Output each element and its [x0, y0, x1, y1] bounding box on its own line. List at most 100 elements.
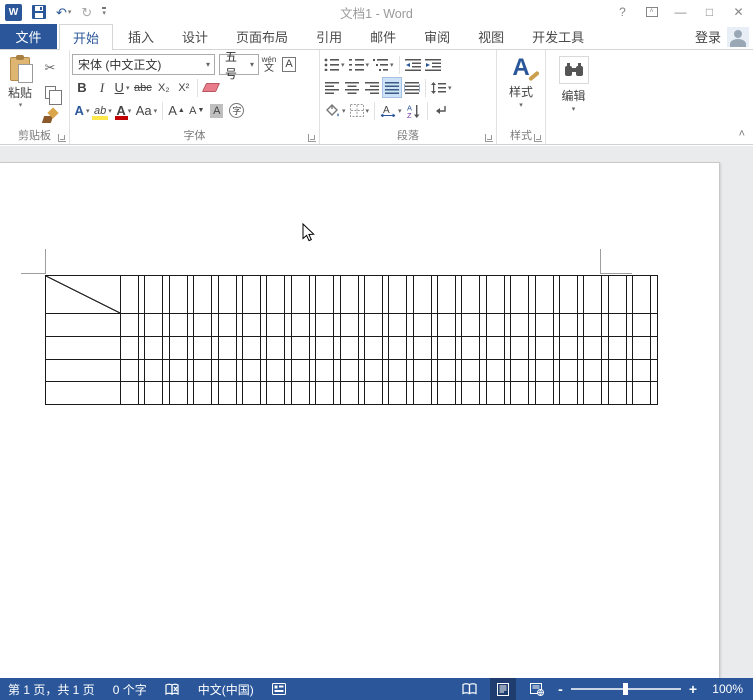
- language-indicator[interactable]: 中文(中国): [198, 681, 254, 698]
- table-cell[interactable]: [462, 314, 480, 336]
- sign-in[interactable]: 登录: [695, 24, 753, 49]
- table-cell[interactable]: [267, 314, 285, 336]
- table-cell[interactable]: [438, 276, 456, 313]
- table-cell[interactable]: [504, 337, 511, 359]
- table-cell[interactable]: [358, 314, 364, 336]
- table-cell[interactable]: [511, 360, 529, 381]
- tab-design[interactable]: 设计: [169, 24, 221, 49]
- table-cell[interactable]: [511, 382, 529, 404]
- table-cell[interactable]: [633, 382, 651, 404]
- chevron-down-icon[interactable]: ▾: [342, 107, 346, 115]
- phonetic-guide-button[interactable]: wén 文: [259, 54, 279, 75]
- table-cell[interactable]: [480, 276, 486, 313]
- table-cell[interactable]: [633, 276, 651, 313]
- table-cell[interactable]: [139, 314, 145, 336]
- table-cell[interactable]: [462, 382, 480, 404]
- table-cell[interactable]: [511, 337, 529, 359]
- table-cell[interactable]: [511, 314, 529, 336]
- document-canvas[interactable]: [0, 146, 753, 700]
- chevron-down-icon[interactable]: ▾: [154, 107, 158, 115]
- distribute-button[interactable]: [402, 77, 422, 98]
- strikethrough-button[interactable]: abc: [132, 77, 154, 98]
- shrink-font-button[interactable]: A ▼: [187, 100, 207, 121]
- table-cell[interactable]: [651, 276, 657, 313]
- tab-mailings[interactable]: 邮件: [357, 24, 409, 49]
- table-cell[interactable]: [431, 382, 438, 404]
- table-cell[interactable]: [407, 337, 413, 359]
- italic-button[interactable]: I: [92, 77, 112, 98]
- table-cell[interactable]: [163, 276, 169, 313]
- font-color-button[interactable]: A ▾: [114, 100, 134, 121]
- table-cell[interactable]: [285, 382, 291, 404]
- table-cell[interactable]: [578, 276, 584, 313]
- paste-button[interactable]: 粘贴 ▾: [2, 53, 38, 130]
- character-shading-button[interactable]: A: [207, 100, 227, 121]
- table-cell[interactable]: [407, 382, 413, 404]
- table-cell[interactable]: [145, 337, 163, 359]
- table-cell[interactable]: [480, 337, 486, 359]
- chevron-down-icon[interactable]: ▾: [126, 84, 130, 92]
- table-cell[interactable]: [382, 360, 389, 381]
- table-cell[interactable]: [529, 276, 535, 313]
- table-cell[interactable]: [486, 360, 504, 381]
- table-cell[interactable]: [529, 382, 535, 404]
- font-size-combo[interactable]: 五号 ▾: [219, 50, 259, 81]
- zoom-in-button[interactable]: +: [689, 681, 697, 697]
- table-cell[interactable]: [626, 276, 633, 313]
- table-cell[interactable]: [438, 382, 456, 404]
- table-cell[interactable]: [334, 276, 340, 313]
- close-button[interactable]: ✕: [724, 0, 753, 24]
- table-cell[interactable]: [46, 360, 120, 381]
- table-cell[interactable]: [194, 360, 212, 381]
- collapse-ribbon-button[interactable]: ˄: [739, 128, 745, 140]
- table-cell[interactable]: [194, 314, 212, 336]
- table-cell[interactable]: [218, 337, 236, 359]
- table-cell[interactable]: [602, 276, 608, 313]
- table-cell[interactable]: [486, 337, 504, 359]
- table-cell[interactable]: [291, 276, 309, 313]
- change-case-button[interactable]: Aa ▾: [134, 100, 159, 121]
- table-cell[interactable]: [285, 337, 291, 359]
- table-cell[interactable]: [364, 337, 382, 359]
- table-cell[interactable]: [504, 360, 511, 381]
- table-cell[interactable]: [236, 337, 242, 359]
- table-cell[interactable]: [602, 382, 608, 404]
- table-cell[interactable]: [212, 314, 218, 336]
- table-cell[interactable]: [145, 360, 163, 381]
- table-cell[interactable]: [169, 314, 187, 336]
- table-cell[interactable]: [389, 314, 407, 336]
- table-cell[interactable]: [504, 382, 511, 404]
- table-cell[interactable]: [267, 337, 285, 359]
- tab-file[interactable]: 文件: [0, 24, 57, 49]
- line-spacing-button[interactable]: ▾: [429, 77, 454, 98]
- table-cell[interactable]: [535, 337, 553, 359]
- proofing-status[interactable]: [165, 683, 180, 696]
- table-cell[interactable]: [169, 337, 187, 359]
- table-cell[interactable]: [553, 360, 560, 381]
- table-cell[interactable]: [260, 382, 267, 404]
- chevron-down-icon[interactable]: ▾: [341, 61, 345, 69]
- tab-page-layout[interactable]: 页面布局: [223, 24, 301, 49]
- table-cell[interactable]: [608, 276, 626, 313]
- styles-dialog-launcher[interactable]: [534, 134, 542, 142]
- zoom-slider-thumb[interactable]: [622, 683, 628, 695]
- minimize-button[interactable]: —: [666, 0, 695, 24]
- chevron-down-icon[interactable]: ▾: [108, 107, 112, 115]
- document-table[interactable]: [45, 275, 658, 405]
- table-cell[interactable]: [651, 314, 657, 336]
- table-cell[interactable]: [462, 360, 480, 381]
- table-cell[interactable]: [511, 276, 529, 313]
- table-cell[interactable]: [553, 337, 560, 359]
- table-cell[interactable]: [553, 314, 560, 336]
- table-cell[interactable]: [145, 276, 163, 313]
- table-cell[interactable]: [212, 382, 218, 404]
- multilevel-list-button[interactable]: ▾: [371, 54, 396, 75]
- table-cell[interactable]: [187, 337, 194, 359]
- tab-references[interactable]: 引用: [303, 24, 355, 49]
- redo-button[interactable]: ↻: [81, 6, 92, 19]
- tab-insert[interactable]: 插入: [115, 24, 167, 49]
- table-cell[interactable]: [364, 382, 382, 404]
- table-cell[interactable]: [456, 382, 462, 404]
- table-cell[interactable]: [602, 337, 608, 359]
- table-cell[interactable]: [242, 360, 260, 381]
